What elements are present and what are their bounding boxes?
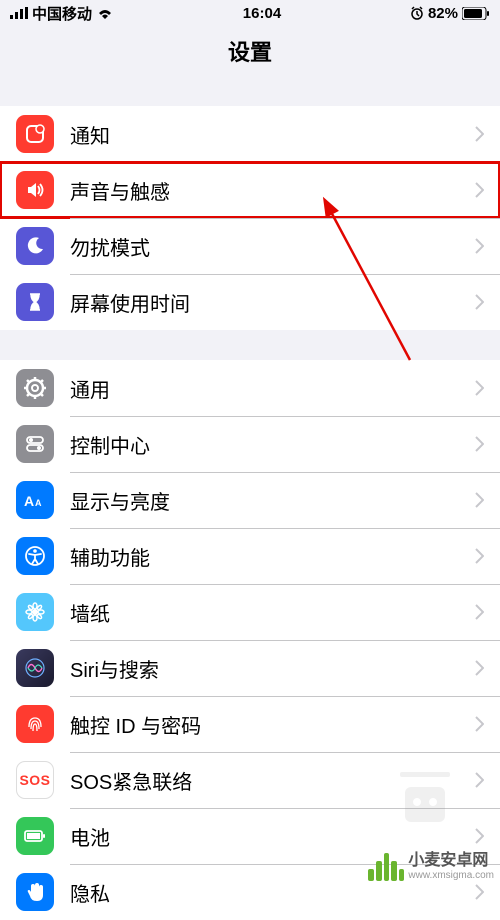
row-notifications[interactable]: 通知	[0, 106, 500, 162]
text-size-icon: AA	[16, 481, 54, 519]
flower-icon	[16, 593, 54, 631]
fingerprint-icon	[16, 705, 54, 743]
moon-icon	[16, 227, 54, 265]
chevron-right-icon	[475, 716, 484, 732]
row-label: 通知	[70, 120, 475, 149]
watermark-ghost-icon	[385, 762, 465, 842]
battery-percent: 82%	[428, 5, 458, 22]
row-siri[interactable]: Siri与搜索	[0, 640, 500, 696]
svg-text:A: A	[24, 493, 34, 509]
settings-group-1: 通知 声音与触感 勿扰模式 屏幕使用时间	[0, 106, 500, 330]
watermark-logo-icon	[368, 845, 404, 881]
row-label: Siri与搜索	[70, 654, 475, 683]
siri-icon	[16, 649, 54, 687]
watermark-url: www.xmsigma.com	[408, 870, 494, 881]
gear-icon	[16, 369, 54, 407]
row-label: 辅助功能	[70, 542, 475, 571]
chevron-right-icon	[475, 828, 484, 844]
chevron-right-icon	[475, 884, 484, 900]
chevron-right-icon	[475, 604, 484, 620]
row-wallpaper[interactable]: 墙纸	[0, 584, 500, 640]
row-label: 控制中心	[70, 430, 475, 459]
clock: 16:04	[243, 5, 281, 22]
row-label: 触控 ID 与密码	[70, 710, 475, 739]
chevron-right-icon	[475, 294, 484, 310]
battery-icon	[462, 7, 490, 20]
chevron-right-icon	[475, 772, 484, 788]
hourglass-icon	[16, 283, 54, 321]
carrier-label: 中国移动	[32, 3, 92, 24]
chevron-right-icon	[475, 492, 484, 508]
accessibility-icon	[16, 537, 54, 575]
row-touchid[interactable]: 触控 ID 与密码	[0, 696, 500, 752]
row-label: 显示与亮度	[70, 486, 475, 515]
row-screentime[interactable]: 屏幕使用时间	[0, 274, 500, 330]
row-label: 隐私	[70, 878, 475, 907]
chevron-right-icon	[475, 380, 484, 396]
hand-icon	[16, 873, 54, 911]
battery-icon	[16, 817, 54, 855]
watermark-text: 小麦安卓网	[408, 846, 494, 870]
sos-icon: SOS	[16, 761, 54, 799]
page-title: 设置	[228, 35, 272, 67]
toggle-icon	[16, 425, 54, 463]
row-label: 墙纸	[70, 598, 475, 627]
status-bar: 中国移动 16:04 82%	[0, 0, 500, 26]
chevron-right-icon	[475, 548, 484, 564]
row-label: 勿扰模式	[70, 232, 475, 261]
sound-icon	[16, 171, 54, 209]
row-label: 声音与触感	[70, 176, 475, 205]
chevron-right-icon	[475, 436, 484, 452]
svg-text:A: A	[35, 498, 42, 508]
nav-bar: 设置	[0, 26, 500, 76]
chevron-right-icon	[475, 660, 484, 676]
wifi-icon	[96, 7, 114, 19]
row-sounds[interactable]: 声音与触感	[0, 162, 500, 218]
row-dnd[interactable]: 勿扰模式	[0, 218, 500, 274]
watermark: 小麦安卓网 www.xmsigma.com	[368, 845, 494, 881]
alarm-icon	[410, 6, 424, 20]
chevron-right-icon	[475, 126, 484, 142]
row-label: 通用	[70, 374, 475, 403]
chevron-right-icon	[475, 182, 484, 198]
row-control[interactable]: 控制中心	[0, 416, 500, 472]
chevron-right-icon	[475, 238, 484, 254]
row-display[interactable]: AA 显示与亮度	[0, 472, 500, 528]
notifications-icon	[16, 115, 54, 153]
row-accessibility[interactable]: 辅助功能	[0, 528, 500, 584]
row-general[interactable]: 通用	[0, 360, 500, 416]
row-label: 屏幕使用时间	[70, 288, 475, 317]
signal-icon	[10, 7, 28, 19]
